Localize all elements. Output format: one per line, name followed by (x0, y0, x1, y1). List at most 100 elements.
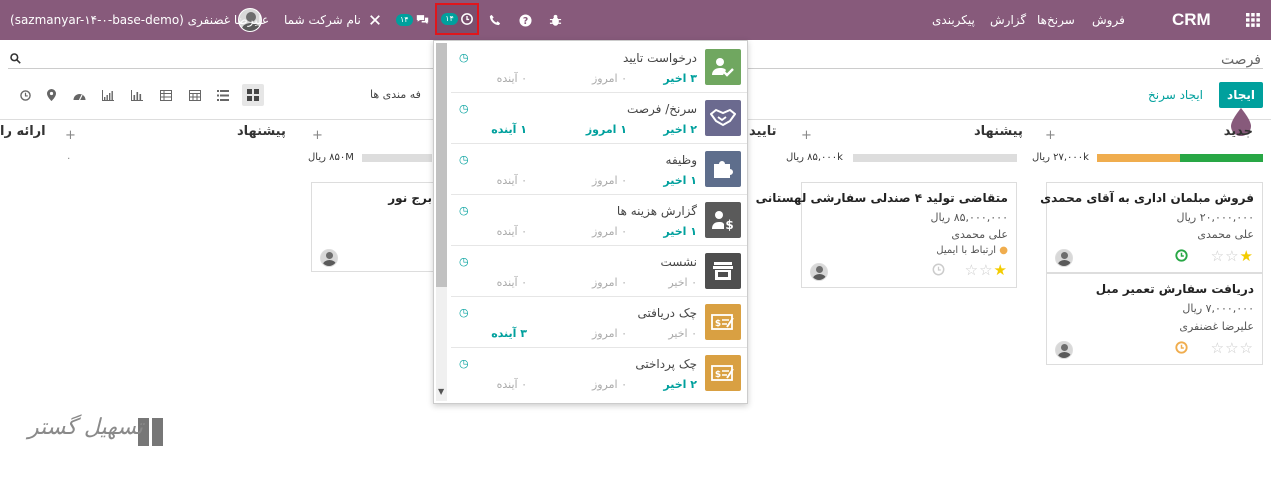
activity-name: درخواست تایید (623, 51, 697, 65)
activity-today-count[interactable]: ۰ امروز (592, 225, 627, 238)
kanban-card[interactable]: متقاضی تولید ۴ صندلی سفارشی لهستانی ۸۵,۰… (756, 182, 1017, 288)
kanban-card[interactable]: فروش مبلمان اداری به آقای محمدی ۲۰,۰۰۰,۰… (1040, 182, 1263, 273)
card-tag: ● ارتباط با ایمیل (936, 245, 1008, 256)
pivot-view-button[interactable] (156, 84, 176, 106)
column-proposal-total: ۸۵,۰۰۰k ریال (786, 152, 843, 163)
activity-future-count[interactable]: ۰ آینده (497, 378, 527, 391)
activity-future-count[interactable]: ۳ آینده (491, 327, 527, 340)
calendar-view-button[interactable] (185, 84, 205, 106)
dashboard-view-button[interactable] (69, 84, 89, 106)
clock-icon[interactable]: ◷ (459, 357, 469, 370)
clock-icon[interactable]: ◷ (459, 102, 469, 115)
svg-text:$: $ (725, 218, 733, 232)
activity-late-count[interactable]: ۱ اخیر (663, 225, 697, 238)
column-qualified-header[interactable]: تایید (749, 124, 776, 139)
company-switcher[interactable]: نام شرکت شما (284, 0, 361, 40)
activity-today-count[interactable]: ۰ امروز (592, 378, 627, 391)
kanban-card[interactable]: برج نور (311, 182, 435, 272)
scroll-down-arrow-icon[interactable]: ▼ (438, 387, 444, 396)
activity-count-badge: ۱۴ (441, 13, 458, 25)
create-lead-button[interactable]: ایجاد سرنخ (1148, 88, 1203, 102)
menu-sales[interactable]: فروش (1092, 0, 1125, 40)
activity-item[interactable]: وظیفه ۱ اخیر ۰ امروز ۰ آینده ◷ (451, 145, 747, 195)
calendar-icon (189, 90, 201, 101)
kanban-card[interactable]: دریافت سفارش تعمیر مبل ۷,۰۰۰,۰۰۰ ریال عل… (1046, 273, 1263, 365)
check-receive-icon: $ (705, 304, 741, 340)
user-check-icon (705, 49, 741, 85)
column-won-add-icon[interactable]: + (65, 128, 76, 143)
activity-today-count[interactable]: ۰ امروز (592, 327, 627, 340)
column-proposition-header[interactable]: پیشنهاد (237, 124, 286, 139)
priority-stars[interactable]: ★☆☆ (965, 261, 1008, 279)
activity-late-count[interactable]: ۳ اخیر (663, 72, 697, 85)
watermark-text: تسهیل گستر (28, 415, 144, 440)
apps-grid-icon[interactable] (1243, 0, 1263, 40)
column-new-add-icon[interactable]: + (1045, 128, 1056, 143)
activity-late-count[interactable]: ۲ اخیر (663, 378, 697, 391)
activity-item[interactable]: سرنخ/ فرصت ۲ اخیر ۱ امروز ۱ آینده ◷ (451, 94, 747, 144)
map-marker-icon (46, 89, 56, 101)
kanban-view-button[interactable] (242, 84, 264, 106)
phone-icon[interactable] (489, 0, 501, 40)
clock-icon[interactable]: ◷ (459, 204, 469, 217)
user-menu[interactable]: علیرضا غضنفری (sazmanyar-۱۴-۰-base-demo) (10, 0, 269, 40)
activity-future-count[interactable]: ۰ آینده (497, 174, 527, 187)
tools-icon[interactable] (369, 0, 381, 40)
activity-item[interactable]: $ چک دریافتی ۰ اخیر ۰ امروز ۳ آینده ◷ (451, 298, 747, 348)
column-new-progress (1097, 154, 1263, 162)
card-avatar (320, 249, 338, 270)
card-title: فروش مبلمان اداری به آقای محمدی (1040, 191, 1254, 205)
activity-future-count[interactable]: ۰ آینده (497, 225, 527, 238)
activity-late-count[interactable]: ۱ اخیر (663, 174, 697, 187)
activity-today-count[interactable]: ۰ امروز (592, 276, 627, 289)
debug-bug-icon[interactable] (549, 0, 562, 40)
activity-item[interactable]: $ گزارش هزینه ها ۱ اخیر ۰ امروز ۰ آینده … (451, 196, 747, 246)
clock-icon[interactable]: ◷ (459, 153, 469, 166)
activity-future-count[interactable]: ۰ آینده (497, 276, 527, 289)
activity-future-count[interactable]: ۱ آینده (491, 123, 527, 136)
activity-name: نشست (660, 255, 697, 269)
activity-clock-icon[interactable] (932, 263, 945, 280)
dashboard-icon (73, 93, 85, 100)
activity-menu-button[interactable]: ۱۴ (435, 3, 479, 35)
activity-today-count[interactable]: ۰ امروز (592, 174, 627, 187)
activity-today-count[interactable]: ۱ امروز (586, 123, 627, 136)
priority-stars[interactable]: ☆☆☆ (1211, 339, 1254, 357)
clock-icon[interactable]: ◷ (459, 255, 469, 268)
activity-future-count[interactable]: ۰ آینده (497, 72, 527, 85)
create-button[interactable]: ایجاد (1219, 82, 1263, 108)
cohort-view-button[interactable] (98, 84, 118, 106)
brand-title[interactable]: CRM (1172, 0, 1211, 40)
menu-reporting[interactable]: گزارش (990, 0, 1026, 40)
column-proposal-header[interactable]: پیشنهاد (974, 124, 1023, 139)
column-proposal-add-icon[interactable]: + (801, 128, 812, 143)
messaging-menu-button[interactable]: ۱۴ (396, 0, 429, 40)
activity-late-count[interactable]: ۲ اخیر (663, 123, 697, 136)
priority-stars[interactable]: ★☆☆ (1211, 247, 1254, 265)
activity-today-count[interactable]: ۰ امروز (592, 72, 627, 85)
column-new-header[interactable]: جدید (1224, 124, 1253, 139)
clock-icon[interactable]: ◷ (459, 51, 469, 64)
activity-late-count[interactable]: ۰ اخیر (668, 327, 697, 340)
menu-configuration[interactable]: پیکربندی (932, 0, 975, 40)
activity-item[interactable]: نشست ۰ اخیر ۰ امروز ۰ آینده ◷ (451, 247, 747, 297)
card-amount: ۸۵,۰۰۰,۰۰۰ ریال (930, 211, 1008, 224)
graph-view-button[interactable] (127, 84, 147, 106)
activity-clock-icon[interactable] (1175, 341, 1188, 358)
scrollbar-thumb[interactable] (436, 43, 447, 287)
card-title: متقاضی تولید ۴ صندلی سفارشی لهستانی (755, 191, 1008, 205)
column-won-header[interactable]: ارائه را (0, 124, 46, 139)
menu-leads[interactable]: سرنخ‌ها (1037, 0, 1075, 40)
activity-name: چک پرداختی (635, 357, 697, 371)
activity-view-button[interactable] (15, 84, 35, 106)
card-customer: علی محمدی (951, 228, 1008, 241)
activity-item[interactable]: $ چک پرداختی ۲ اخیر ۰ امروز ۰ آینده ◷ (451, 349, 747, 399)
map-view-button[interactable] (42, 84, 60, 106)
column-proposition-add-icon[interactable]: + (312, 128, 323, 143)
activity-item[interactable]: درخواست تایید ۳ اخیر ۰ امروز ۰ آینده ◷ (451, 43, 747, 93)
clock-icon[interactable]: ◷ (459, 306, 469, 319)
help-icon[interactable]: ? (519, 0, 532, 40)
activity-late-count[interactable]: ۰ اخیر (668, 276, 697, 289)
activity-clock-icon[interactable] (1175, 249, 1188, 266)
list-view-button[interactable] (213, 84, 233, 106)
